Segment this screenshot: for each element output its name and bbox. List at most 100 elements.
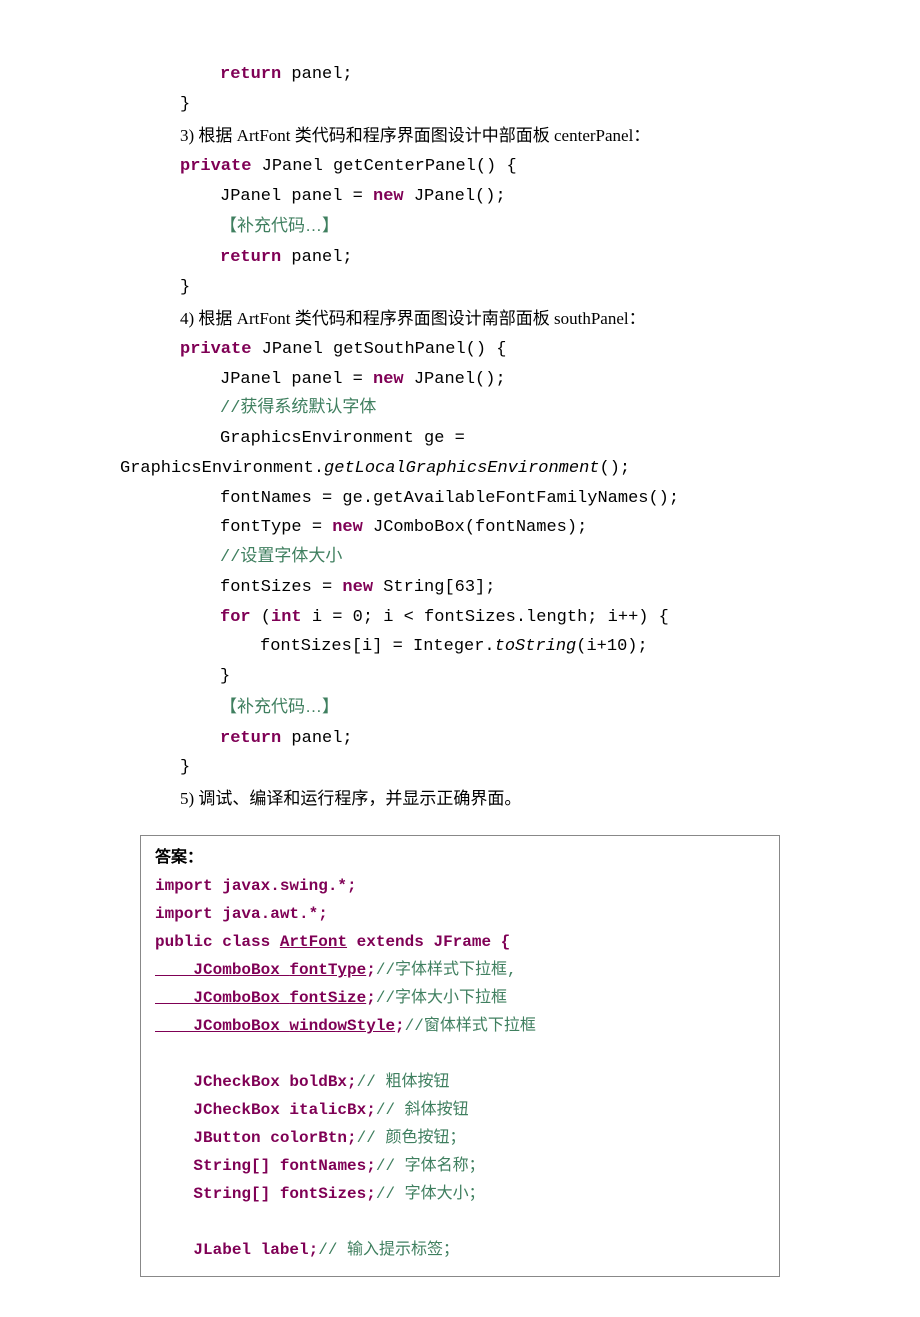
code-text-italic: toString (495, 637, 577, 656)
code-comment: //字体大小下拉框 (376, 989, 507, 1007)
code-line: fontType = new JComboBox(fontNames); (0, 513, 920, 543)
placeholder-text: 【补充代码…】 (220, 216, 339, 235)
code-line: fontSizes[i] = Integer.toString(i+10); (0, 632, 920, 662)
page-content: return panel; } 3) 根据 ArtFont 类代码和程序界面图设… (0, 0, 920, 1317)
item-text: 根据 ArtFont 类代码和程序界面图设计南部面板 southPanel： (194, 309, 645, 328)
code-text: GraphicsEnvironment. (120, 459, 324, 478)
keyword-int: int (271, 608, 302, 627)
code-line: return panel; (0, 243, 920, 273)
code-comment: // 粗体按钮 (357, 1073, 450, 1091)
item-num: 3) (180, 126, 194, 145)
keyword-private: private (180, 157, 251, 176)
code-comment: //获得系统默认字体 (220, 399, 376, 418)
code-line: private JPanel getSouthPanel() { (0, 335, 920, 365)
class-name: ArtFont (280, 933, 347, 951)
semicolon: ; (309, 1241, 319, 1259)
semicolon: ; (347, 1073, 357, 1091)
type-decl: String[] (155, 1157, 280, 1175)
code-line: JPanel panel = new JPanel(); (0, 365, 920, 395)
answer-box: 答案： import javax.swing.*; import java.aw… (140, 835, 780, 1277)
field-name: label (261, 1241, 309, 1259)
code-line: return panel; (0, 724, 920, 754)
item-text: 根据 ArtFont 类代码和程序界面图设计中部面板 centerPanel： (194, 126, 650, 145)
placeholder-text: 【补充代码…】 (220, 697, 339, 716)
keyword-private: private (180, 340, 251, 359)
code-line: String[] fontSizes;// 字体大小； (155, 1180, 767, 1208)
code-line: import java.awt.*; (155, 900, 767, 928)
code-line: JComboBox fontType;//字体样式下拉框, (155, 956, 767, 984)
keyword-return: return (220, 248, 281, 267)
field-name: fontSize (289, 989, 366, 1007)
code-line: //设置字体大小 (0, 543, 920, 573)
close-brace: } (180, 95, 190, 114)
code-line: private JPanel getCenterPanel() { (0, 152, 920, 182)
code-line: GraphicsEnvironment ge = (0, 424, 920, 454)
answer-label: 答案： (155, 844, 767, 872)
type-decl: JCheckBox (155, 1101, 289, 1119)
code-text: JPanel(); (404, 187, 506, 206)
type-decl: JLabel (155, 1241, 261, 1259)
blank-line (155, 1040, 767, 1068)
keyword-for: for (220, 608, 251, 627)
keyword-new: new (342, 578, 373, 597)
code-line: } (0, 662, 920, 692)
code-text: fontSizes[i] = Integer. (260, 637, 495, 656)
code-text: fontSizes = (220, 578, 342, 597)
blank-line (155, 1208, 767, 1236)
code-line: //获得系统默认字体 (0, 394, 920, 424)
code-text: panel; (281, 65, 352, 84)
list-item-3: 3) 根据 ArtFont 类代码和程序界面图设计中部面板 centerPane… (0, 120, 920, 152)
semicolon: ; (366, 1101, 376, 1119)
semicolon: ; (395, 1017, 405, 1035)
field-name: fontSizes (280, 1185, 366, 1203)
code-line: JCheckBox boldBx;// 粗体按钮 (155, 1068, 767, 1096)
code-section: return panel; } 3) 根据 ArtFont 类代码和程序界面图设… (0, 60, 920, 815)
semicolon: ; (366, 1185, 376, 1203)
type-decl: JComboBox (155, 961, 289, 979)
code-line: fontNames = ge.getAvailableFontFamilyNam… (0, 484, 920, 514)
field-name: windowStyle (289, 1017, 395, 1035)
code-text: JPanel getSouthPanel() { (251, 340, 506, 359)
code-line: JComboBox fontSize;//字体大小下拉框 (155, 984, 767, 1012)
code-text: panel; (281, 729, 352, 748)
code-line: fontSizes = new String[63]; (0, 573, 920, 603)
code-line: } (0, 273, 920, 303)
code-comment: //窗体样式下拉框 (405, 1017, 536, 1035)
keyword-new: new (373, 370, 404, 389)
code-line: JLabel label;// 输入提示标签； (155, 1236, 767, 1264)
field-name: fontType (289, 961, 366, 979)
code-line: JButton colorBtn;// 颜色按钮； (155, 1124, 767, 1152)
code-line: 【补充代码…】 (0, 211, 920, 243)
code-text: javax.swing.*; (213, 877, 357, 895)
code-line: } (0, 753, 920, 783)
code-line: return panel; (0, 60, 920, 90)
code-text: (); (600, 459, 631, 478)
code-comment: // 斜体按钮 (376, 1101, 469, 1119)
type-decl: String[] (155, 1185, 280, 1203)
close-brace: } (220, 667, 230, 686)
code-text: GraphicsEnvironment ge = (220, 429, 465, 448)
code-text: java.awt.*; (213, 905, 328, 923)
code-comment: //字体样式下拉框, (376, 961, 517, 979)
field-name: fontNames (280, 1157, 366, 1175)
code-line: for (int i = 0; i < fontSizes.length; i+… (0, 603, 920, 633)
code-text: String[63]; (373, 578, 495, 597)
semicolon: ; (366, 1157, 376, 1175)
code-text: JPanel panel = (220, 370, 373, 389)
close-brace: } (180, 758, 190, 777)
type-decl: JCheckBox (155, 1073, 289, 1091)
code-text: ( (251, 608, 271, 627)
type-decl: JButton (155, 1129, 270, 1147)
code-line: public class ArtFont extends JFrame { (155, 928, 767, 956)
code-line: JPanel panel = new JPanel(); (0, 182, 920, 212)
close-brace: } (180, 278, 190, 297)
keyword-extends: extends (347, 933, 424, 951)
semicolon: ; (366, 989, 376, 1007)
code-line: } (0, 90, 920, 120)
keyword-return: return (220, 729, 281, 748)
item-num: 4) (180, 309, 194, 328)
field-name: colorBtn (270, 1129, 347, 1147)
code-line: 【补充代码…】 (0, 692, 920, 724)
semicolon: ; (347, 1129, 357, 1147)
code-text: JPanel(); (404, 370, 506, 389)
